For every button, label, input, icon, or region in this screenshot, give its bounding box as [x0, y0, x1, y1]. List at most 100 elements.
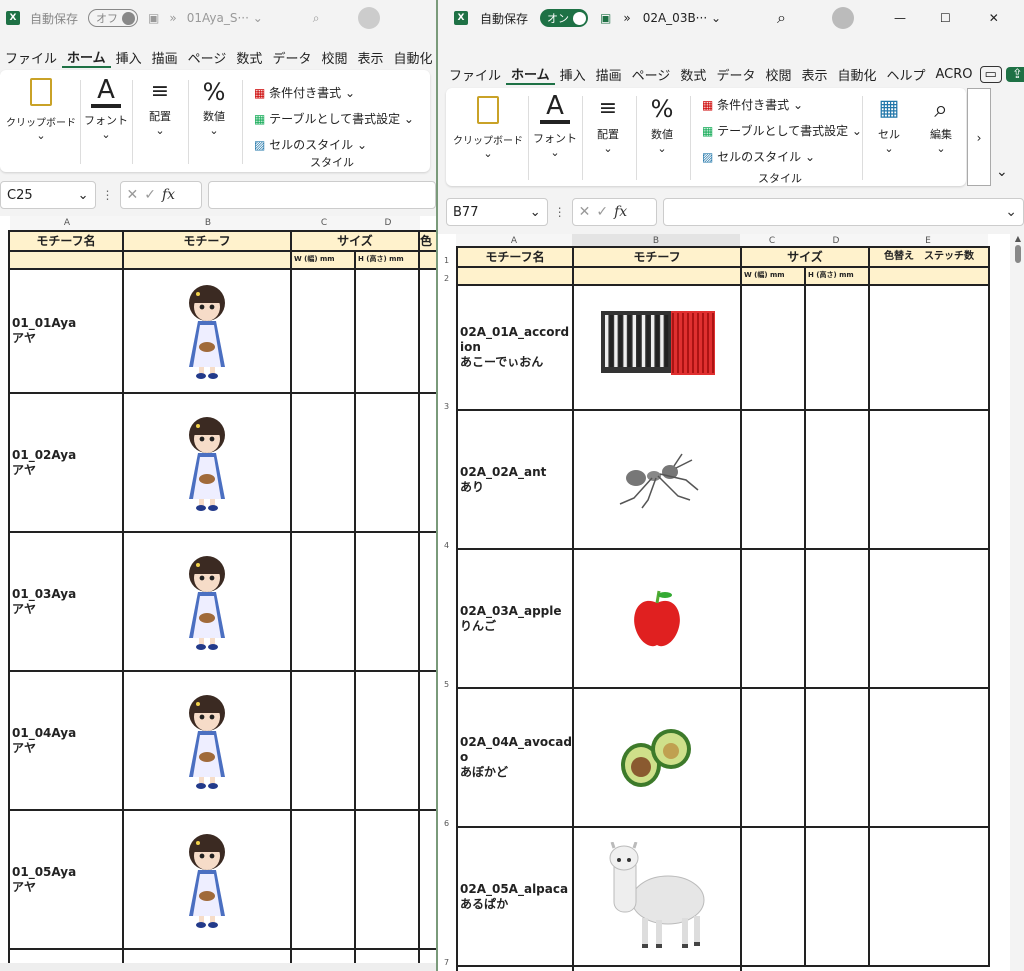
subheader-width[interactable]: W (幅) mm	[292, 252, 356, 270]
tab-file[interactable]: ファイル	[0, 48, 62, 67]
tab-page[interactable]: ページ	[627, 65, 676, 84]
tab-page[interactable]: ページ	[183, 48, 232, 67]
motif-image-cell[interactable]	[574, 550, 742, 689]
tab-review[interactable]: 校閲	[316, 48, 352, 67]
header-motif-name[interactable]: モチーフ名	[10, 232, 124, 252]
height-cell[interactable]	[806, 411, 870, 550]
motif-image-cell[interactable]	[124, 270, 292, 394]
motif-image-cell[interactable]	[574, 286, 742, 411]
close-icon[interactable]: ✕	[989, 11, 999, 25]
height-cell[interactable]	[806, 689, 870, 828]
motif-name-cell[interactable]: 02A_04A_avocado あぼかど	[458, 689, 574, 828]
subheader-cell[interactable]	[574, 268, 742, 286]
conditional-format-button[interactable]: ▦ 条件付き書式 ⌄	[254, 80, 414, 106]
subheader-cell[interactable]	[10, 252, 124, 270]
vertical-scrollbar[interactable]: ▲	[1010, 234, 1024, 971]
subheader-height[interactable]: H (高さ) mm	[356, 252, 420, 270]
name-box[interactable]: C25 ⌄	[0, 181, 96, 209]
tab-data[interactable]: データ	[711, 65, 760, 84]
subheader-cell[interactable]	[458, 268, 574, 286]
width-cell[interactable]	[292, 270, 356, 394]
motif-image-cell[interactable]	[574, 828, 742, 967]
more-icon[interactable]: »	[623, 11, 630, 25]
motif-image-cell[interactable]	[574, 967, 742, 971]
motif-name-cell[interactable]: 02A_01A_accordion あこーでぃおん	[458, 286, 574, 411]
width-cell[interactable]	[742, 286, 806, 411]
header-size[interactable]: サイズ	[292, 232, 420, 252]
motif-name-cell[interactable]: 01_02Aya アヤ	[10, 394, 124, 533]
formula-input[interactable]	[207, 181, 436, 209]
number-button[interactable]: % 数値 ⌄	[638, 92, 686, 155]
height-cell[interactable]	[356, 270, 420, 394]
stitch-cell[interactable]	[870, 828, 990, 967]
width-cell[interactable]	[742, 689, 806, 828]
tab-formulas[interactable]: 数式	[231, 48, 267, 67]
account-icon[interactable]	[831, 7, 854, 29]
formula-input[interactable]: ⌄	[663, 198, 1024, 226]
align-button[interactable]: ≡ 配置 ⌄	[136, 76, 184, 137]
header-color-stitch[interactable]: 色替え ステッチ数	[870, 248, 990, 268]
motif-name-cell[interactable]	[458, 967, 574, 971]
height-cell[interactable]	[356, 533, 420, 672]
header-motif[interactable]: モチーフ	[124, 232, 292, 252]
tab-acrobat[interactable]: ACRO	[931, 67, 978, 82]
height-cell[interactable]	[806, 550, 870, 689]
stitch-cell[interactable]	[870, 689, 990, 828]
font-button[interactable]: A フォント ⌄	[532, 92, 578, 159]
subheader-height[interactable]: H (高さ) mm	[806, 268, 870, 286]
row-number[interactable]: 1	[444, 256, 449, 265]
tab-help[interactable]: ヘルプ	[882, 65, 931, 84]
maximize-icon[interactable]: ☐	[940, 11, 951, 25]
row-number[interactable]: 2	[444, 274, 449, 283]
cell-style-button[interactable]: ▨ セルのスタイル ⌄	[702, 144, 862, 170]
width-cell[interactable]	[292, 811, 356, 950]
stitch-cell[interactable]	[870, 550, 990, 689]
fx-controls[interactable]: ✕ ✓ fx	[119, 181, 202, 209]
column-header-d[interactable]: D	[356, 216, 420, 230]
clipboard-button[interactable]: クリップボード ⌄	[6, 78, 76, 142]
tab-draw[interactable]: 描画	[591, 65, 627, 84]
autosave-toggle[interactable]: オン	[540, 9, 589, 27]
color-cell[interactable]	[420, 533, 436, 672]
more-icon[interactable]: »	[169, 11, 176, 25]
motif-name-cell[interactable]: 02A_03A_apple りんご	[458, 550, 574, 689]
motif-name-cell[interactable]: 01_01Aya アヤ	[10, 270, 124, 394]
color-cell[interactable]	[420, 672, 436, 811]
font-button[interactable]: A フォント ⌄	[84, 76, 128, 141]
file-name[interactable]: 01Aya_S··· ⌄	[187, 11, 263, 25]
header-color[interactable]: 色	[420, 232, 436, 252]
save-icon[interactable]: ▣	[148, 11, 159, 25]
tab-file[interactable]: ファイル	[444, 65, 506, 84]
width-cell[interactable]	[742, 828, 806, 967]
subheader-width[interactable]: W (幅) mm	[742, 268, 806, 286]
row-number[interactable]: 6	[444, 819, 449, 828]
format-table-button[interactable]: ▦ テーブルとして書式設定 ⌄	[254, 106, 414, 132]
width-cell[interactable]	[292, 394, 356, 533]
motif-image-cell[interactable]	[574, 689, 742, 828]
clipboard-button[interactable]: クリップボード ⌄	[450, 96, 526, 160]
motif-name-cell[interactable]: 01_04Aya アヤ	[10, 672, 124, 811]
motif-name-cell[interactable]: 02A_05A_alpaca あるぱか	[458, 828, 574, 967]
header-size[interactable]: サイズ	[742, 248, 870, 268]
header-motif[interactable]: モチーフ	[574, 248, 742, 268]
minimize-icon[interactable]: —	[894, 11, 906, 25]
row-number[interactable]: 3	[444, 402, 449, 411]
motif-image-cell[interactable]	[574, 411, 742, 550]
width-cell[interactable]	[292, 672, 356, 811]
motif-image-cell[interactable]	[124, 672, 292, 811]
height-cell[interactable]	[356, 394, 420, 533]
row-number[interactable]: 7	[444, 958, 449, 967]
align-button[interactable]: ≡ 配置 ⌄	[584, 92, 632, 155]
number-button[interactable]: % 数値 ⌄	[190, 76, 238, 137]
search-icon[interactable]: ⌕	[313, 11, 320, 26]
color-cell[interactable]	[420, 811, 436, 950]
tab-insert[interactable]: 挿入	[111, 48, 147, 67]
scroll-thumb[interactable]	[1015, 245, 1021, 263]
tab-view[interactable]: 表示	[796, 65, 832, 84]
column-header-b[interactable]: B	[124, 216, 292, 230]
tab-review[interactable]: 校閲	[760, 65, 796, 84]
tab-data[interactable]: データ	[267, 48, 316, 67]
tab-view[interactable]: 表示	[352, 48, 388, 67]
motif-image-cell[interactable]	[124, 533, 292, 672]
cells-button[interactable]: ▦ セル ⌄	[866, 92, 912, 155]
